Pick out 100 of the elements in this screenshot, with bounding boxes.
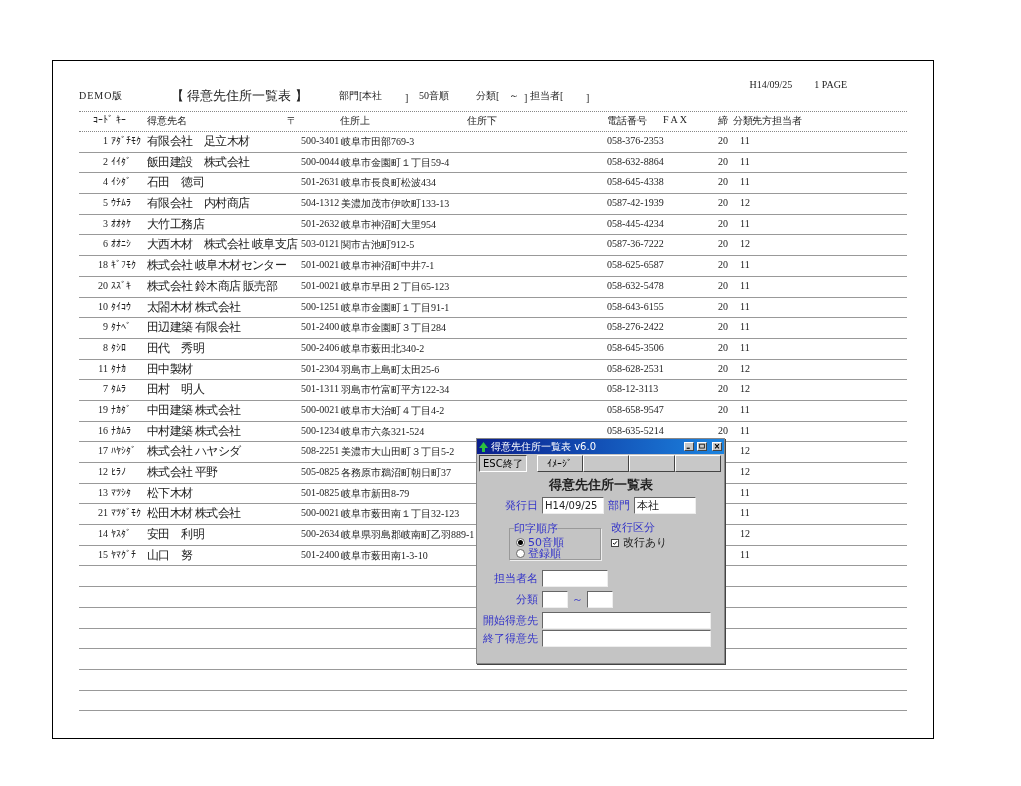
table-cell: 058-635-5214 (607, 424, 664, 436)
table-cell: ﾀﾅﾍﾞ (111, 321, 131, 333)
table-cell: 20 (718, 362, 728, 374)
table-cell: 有限会社 内村商店 (147, 195, 250, 213)
table-cell: 058-658-9547 (607, 403, 664, 415)
table-cell: 058-12-3113 (607, 383, 659, 395)
category-filter: 分類[ (476, 89, 501, 103)
table-cell: 11 (740, 176, 750, 188)
toolbar-button[interactable]: ｲﾒｰｼﾞ (536, 455, 583, 472)
group-label: 印字順序 (514, 521, 558, 536)
table-cell: 岐阜市金園町１丁目59-4 (341, 155, 450, 170)
table-cell: ﾋﾗﾉ (111, 466, 126, 477)
table-cell: 岐阜市神沼町中井7-1 (341, 259, 435, 274)
sort-order: 50音順 (419, 89, 450, 103)
category-to-field[interactable] (587, 591, 613, 608)
checkbox[interactable]: 改行あり (611, 535, 667, 550)
table-cell-text: 2 (103, 155, 109, 167)
column-header: 得意先名 (147, 114, 187, 128)
start-customer-field[interactable] (542, 612, 711, 629)
table-cell-text: 1 (103, 135, 109, 146)
table-cell: ﾀﾅｶ (111, 362, 126, 374)
checkbox-icon[interactable] (611, 538, 619, 547)
table-cell: 11 (740, 486, 750, 498)
table-cell: 500-0044 (301, 155, 340, 167)
toolbar-button[interactable] (582, 455, 629, 472)
table-cell: 11 (740, 135, 750, 146)
staff-field[interactable] (542, 570, 608, 587)
maximize-icon[interactable] (697, 442, 707, 451)
table-cell: ﾀｲｺｳ (111, 300, 131, 312)
table-cell: 岐阜市六条321-524 (341, 424, 425, 439)
table-cell: 岐阜市薮田北340-2 (341, 341, 425, 356)
table-cell: 12 (740, 362, 750, 374)
table-cell: ﾔｽﾀﾞ (111, 528, 131, 540)
field-label: 分類 (516, 592, 538, 607)
table-cell: 11 (740, 507, 750, 519)
table-cell: 11 (740, 300, 750, 312)
table-cell: 500-3401 (301, 135, 340, 146)
category-from-field[interactable] (542, 591, 568, 608)
table-cell: ｽｽﾞｷ (111, 279, 131, 291)
table-cell: 20 (718, 217, 728, 229)
table-cell: 20 (718, 176, 728, 188)
table-cell-text: 18 (98, 259, 109, 271)
table-cell: 岐阜市大治町４丁目4-2 (341, 403, 445, 418)
field-label: 担当者名 (494, 571, 538, 586)
table-cell: 12 (740, 445, 750, 457)
table-cell-text: 5 (103, 197, 109, 209)
table-cell: 058-645-3506 (607, 341, 664, 353)
table-cell: 505-0825 (301, 466, 340, 477)
table-cell: 20 (718, 279, 728, 291)
table-cell-text: 16 (98, 424, 109, 436)
table-cell: ﾀﾑﾗ (111, 383, 126, 395)
table-cell: 岐阜県羽島郡岐南町乙羽889-1 (341, 528, 475, 543)
table-cell: 20 (718, 259, 728, 271)
page-number: 1 PAGE (814, 79, 847, 90)
table-cell: 20 (718, 238, 728, 250)
end-customer-field[interactable] (542, 630, 711, 647)
close-icon[interactable] (712, 442, 722, 451)
table-cell: 11 (740, 155, 750, 167)
table-cell: 501-2631 (301, 176, 340, 188)
table-cell: 20 (718, 403, 728, 415)
table-cell: 0587-42-1939 (607, 197, 664, 209)
toolbar-button[interactable] (628, 455, 675, 472)
toolbar-button[interactable]: ESC終了 (479, 455, 527, 472)
table-cell: 503-0121 (301, 238, 340, 250)
table-cell: 20 (718, 197, 728, 209)
tilde: ～ (509, 89, 520, 103)
table-cell: 岐阜市薮田南1-3-10 (341, 548, 428, 563)
table-cell: 11 (740, 341, 750, 353)
table-cell: 11 (740, 424, 750, 436)
table-cell: 501-0021 (301, 259, 340, 271)
table-cell: 058-445-4234 (607, 217, 664, 229)
table-cell: 有限会社 足立木材 (147, 133, 250, 150)
table-cell: 田村 明人 (147, 381, 204, 399)
column-header: 締 (718, 114, 728, 128)
table-cell: 0587-36-7222 (607, 238, 664, 250)
table-cell: 田中製材 (147, 360, 193, 378)
table-cell: 大西木材 株式会社 岐阜支店 (147, 236, 298, 254)
table-cell: 20 (718, 135, 728, 146)
table-cell: 飯田建設 株式会社 (147, 153, 250, 171)
table-cell: 504-1312 (301, 197, 340, 209)
table-cell-text: 15 (98, 548, 109, 560)
date-field[interactable]: H14/09/25 (542, 497, 604, 514)
field-label: 発行日 (505, 498, 538, 513)
table-cell: ｲｲﾀﾞ (111, 155, 131, 167)
table-cell: 20 (718, 424, 728, 436)
table-cell: 058-628-2531 (607, 362, 664, 374)
toolbar-button[interactable] (674, 455, 721, 472)
column-header: 住所下 (467, 114, 497, 128)
radio-button[interactable]: 登録順 (516, 548, 561, 559)
column-header: 分類 (733, 114, 753, 128)
table-cell-text: 12 (98, 466, 109, 477)
report-title: 【 得意先住所一覧表 】 (171, 87, 309, 105)
table-cell: ﾔﾏｸﾞﾁ (111, 548, 136, 560)
radio-button[interactable]: 50音順 (516, 537, 564, 548)
dept-field[interactable]: 本社 (634, 497, 696, 514)
table-cell: 岐阜市神沼町大里954 (341, 217, 436, 232)
table-cell: 12 (740, 383, 750, 395)
table-cell: 株式会社 鈴木商店 販売部 (147, 277, 278, 295)
table-cell-text: 4 (103, 176, 109, 188)
minimize-icon[interactable] (684, 442, 694, 451)
